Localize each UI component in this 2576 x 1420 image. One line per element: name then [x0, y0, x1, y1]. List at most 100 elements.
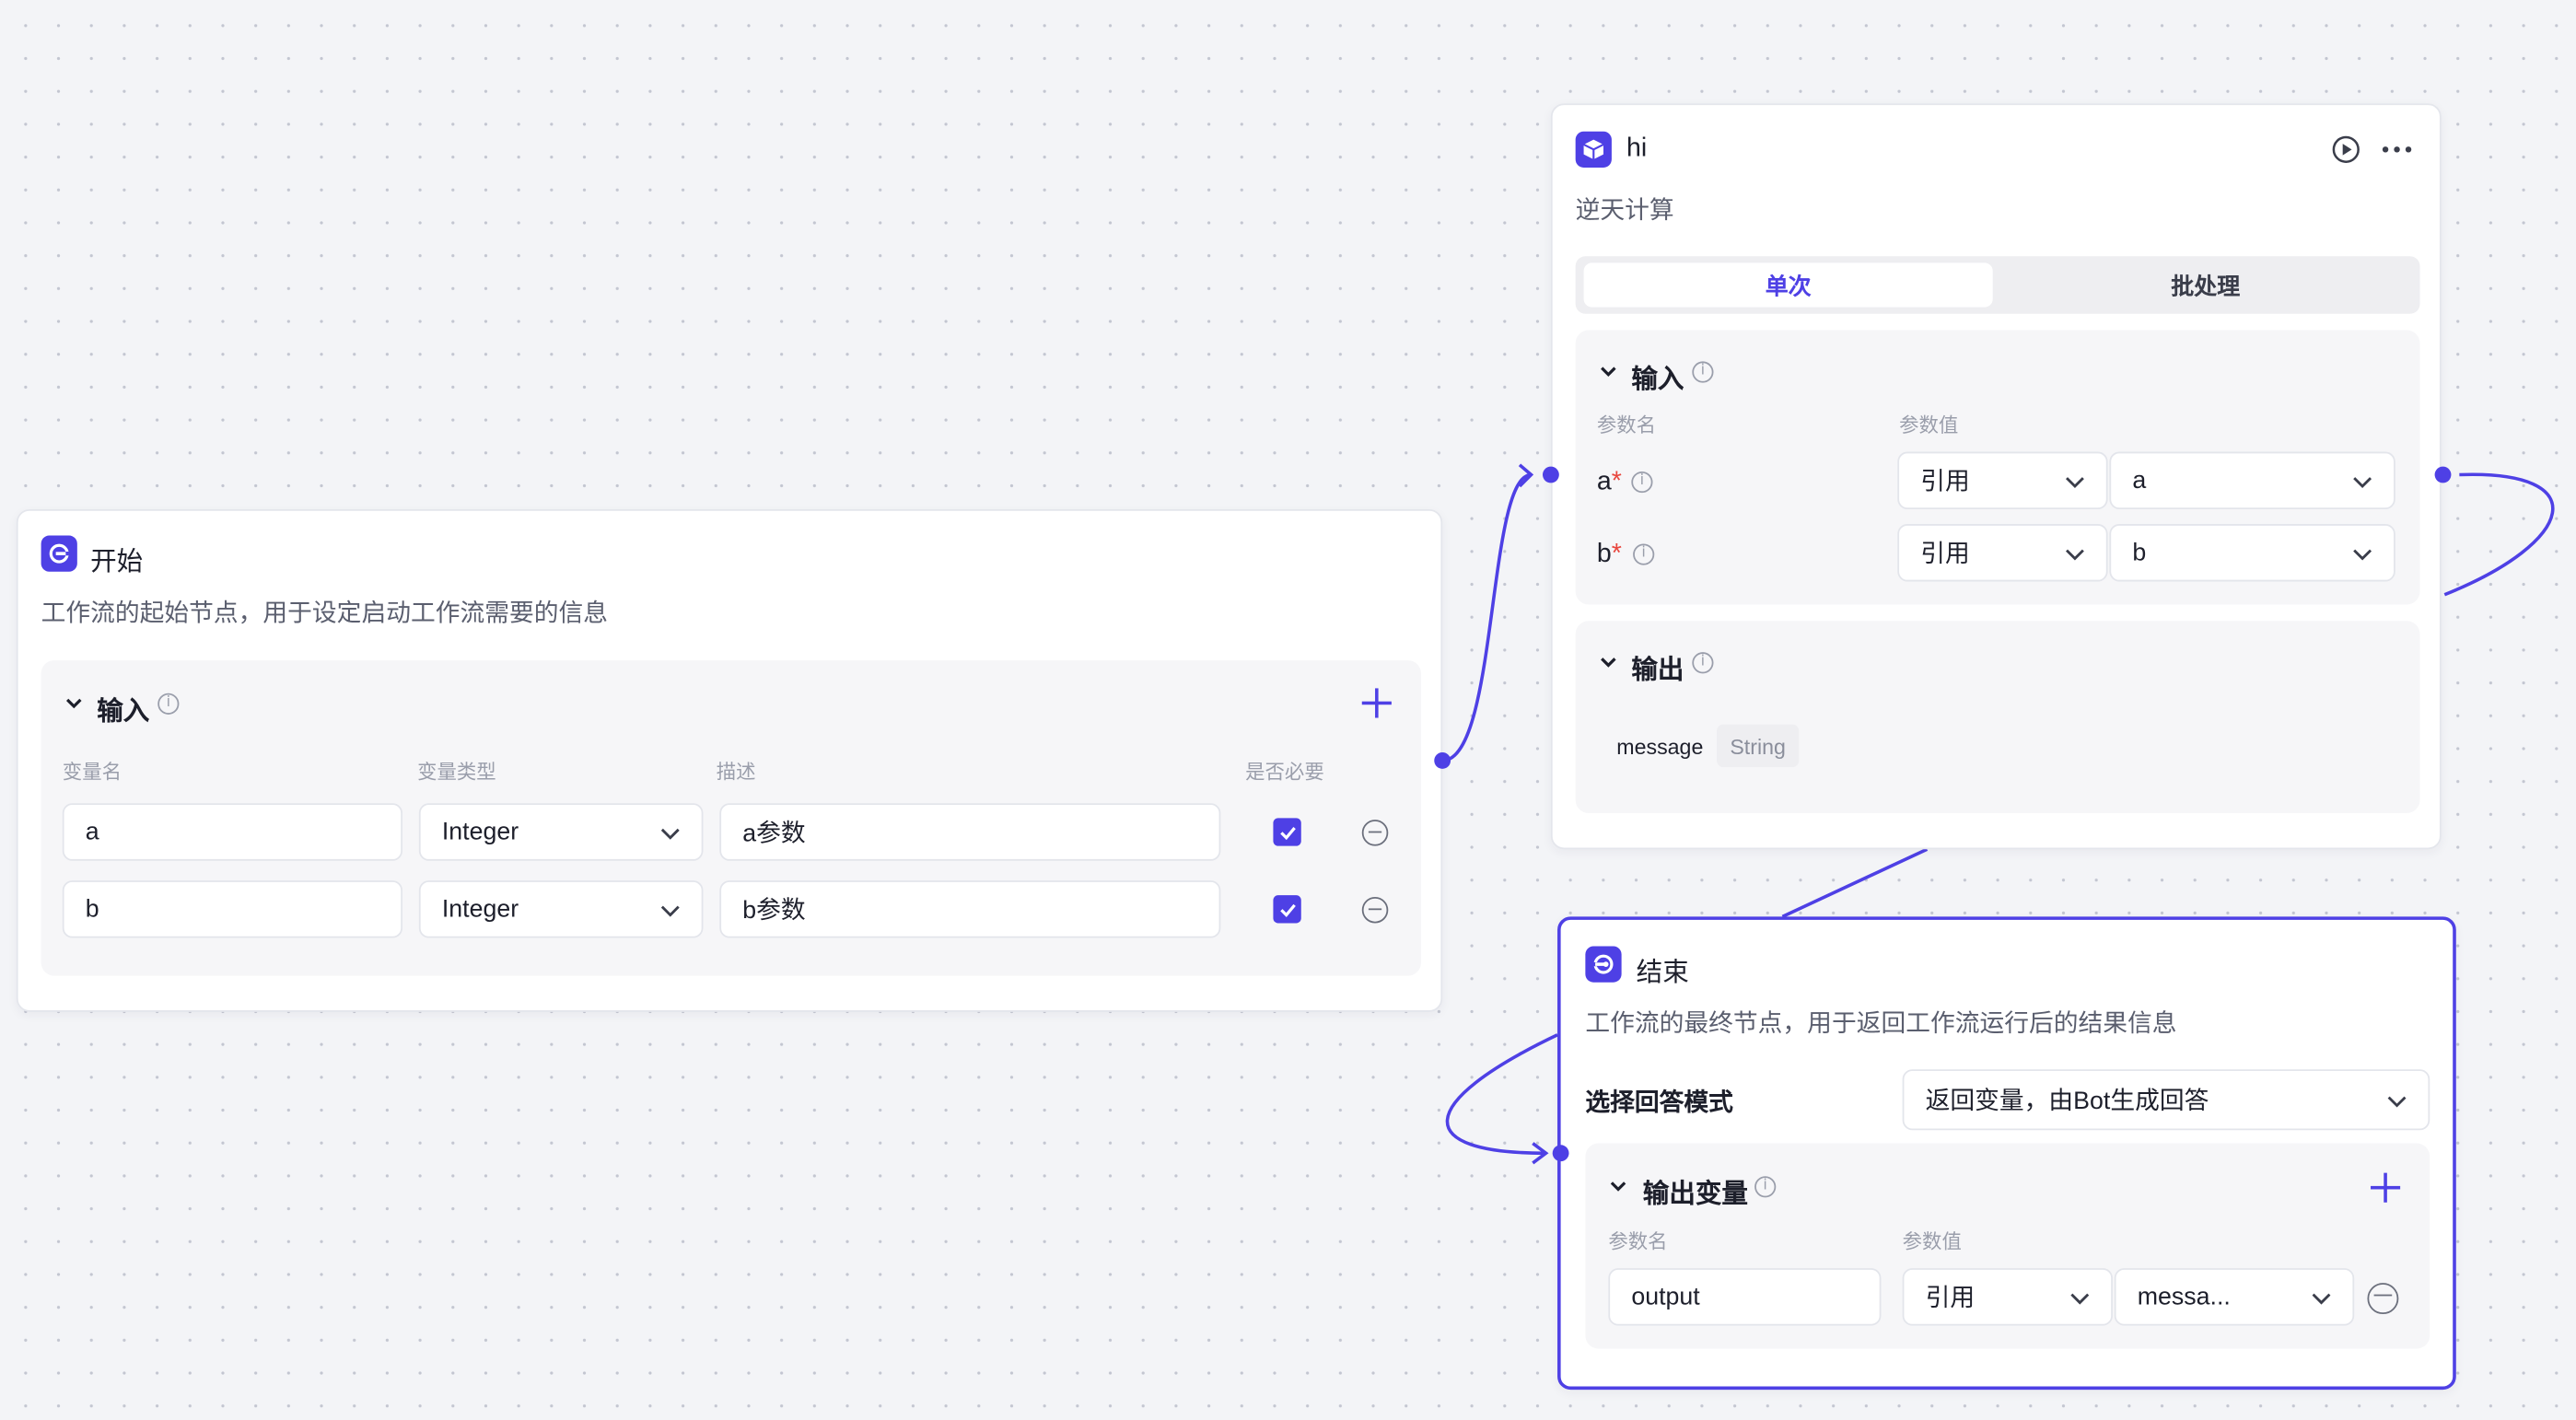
output-ref-select[interactable]: messa...	[2114, 1268, 2355, 1326]
info-icon: i	[1692, 652, 1714, 674]
chevron-down-icon	[2070, 1292, 2090, 1304]
col-required: 是否必要	[1245, 760, 1324, 784]
check-icon	[1279, 902, 1295, 917]
var-desc-value: a参数	[742, 820, 806, 848]
output-name-input[interactable]: output	[1608, 1268, 1882, 1326]
var-desc-input[interactable]: b参数	[719, 880, 1221, 938]
info-icon: i	[1754, 1176, 1777, 1198]
param-ref-select[interactable]: b	[2109, 524, 2395, 582]
end-icon	[1585, 946, 1622, 983]
chevron-down-icon	[2387, 1095, 2407, 1107]
end-input-port[interactable]	[1552, 1145, 1569, 1162]
hi-node[interactable]: hi 逆天计算 单次 批处理 输入 i 参数名 参数值 a* i 引用 a b*…	[1550, 103, 2442, 850]
end-node[interactable]: 结束 工作流的最终节点，用于返回工作流运行后的结果信息 选择回答模式 返回变量，…	[1557, 916, 2456, 1391]
var-desc-value: b参数	[742, 896, 806, 925]
param-mode-select[interactable]: 引用	[1897, 524, 2108, 582]
info-icon: i	[1692, 361, 1714, 383]
end-output-panel: 输出变量 i 参数名 参数值 output 引用 messa...	[1585, 1143, 2430, 1349]
param-name-text: a	[1596, 468, 1612, 496]
hi-output-title: 输出	[1631, 657, 1684, 685]
hi-node-title: hi	[1626, 134, 1648, 163]
hi-input-port[interactable]	[1542, 466, 1559, 483]
hi-input-panel: 输入 i 参数名 参数值 a* i 引用 a b* i 引用 b	[1575, 330, 2420, 605]
start-node-description: 工作流的起始节点，用于设定启动工作流需要的信息	[41, 599, 609, 628]
collapse-chevron-icon[interactable]	[1607, 1174, 1630, 1197]
edge-hi-arrow	[1518, 463, 1534, 488]
output-type-tag: String	[1717, 724, 1800, 768]
answer-mode-select[interactable]: 返回变量，由Bot生成回答	[1902, 1069, 2430, 1131]
var-name-input[interactable]: a	[62, 803, 403, 861]
add-output-button[interactable]	[2371, 1172, 2401, 1203]
col-var-name: 变量名	[62, 760, 122, 784]
check-icon	[1279, 826, 1295, 840]
col-var-type: 变量类型	[417, 760, 496, 784]
output-mode-value: 引用	[1925, 1284, 1976, 1313]
end-node-title: 结束	[1636, 959, 1689, 988]
start-icon	[41, 535, 77, 572]
answer-mode-value: 返回变量，由Bot生成回答	[1925, 1087, 2209, 1116]
var-desc-input[interactable]: a参数	[719, 803, 1221, 861]
var-type-value: Integer	[441, 895, 519, 924]
hi-output-port[interactable]	[2434, 466, 2452, 483]
chevron-down-icon	[2353, 548, 2372, 560]
param-name-text: b	[1596, 540, 1612, 569]
required-mark: *	[1611, 540, 1622, 569]
col-description: 描述	[716, 760, 756, 784]
edge-end-arrow	[1532, 1142, 1549, 1165]
var-type-value: Integer	[441, 818, 519, 846]
var-name-value: b	[85, 895, 99, 924]
start-node-title: 开始	[90, 548, 144, 577]
required-checkbox[interactable]	[1273, 818, 1301, 846]
output-mode-select[interactable]: 引用	[1902, 1268, 2113, 1326]
tab-batch[interactable]: 批处理	[2001, 262, 2410, 307]
mode-tabs: 单次 批处理	[1575, 256, 2420, 314]
answer-mode-label: 选择回答模式	[1585, 1088, 1733, 1117]
end-node-description: 工作流的最终节点，用于返回工作流运行后的结果信息	[1585, 1010, 2177, 1039]
chevron-down-icon	[2312, 1292, 2331, 1304]
col-param-value: 参数值	[1902, 1230, 1962, 1254]
run-icon[interactable]	[2331, 134, 2360, 164]
hi-output-panel: 输出 i message String	[1575, 621, 2420, 813]
param-ref-value: a	[2132, 466, 2147, 495]
col-param-name: 参数名	[1596, 413, 1657, 437]
hi-input-title: 输入	[1631, 366, 1684, 395]
more-icon[interactable]	[2382, 145, 2412, 155]
collapse-chevron-icon[interactable]	[63, 692, 86, 715]
var-name-value: a	[85, 818, 99, 846]
end-output-title: 输出变量	[1642, 1181, 1748, 1209]
edge-end-loop	[1445, 1033, 1558, 1156]
cube-icon	[1575, 131, 1612, 168]
tab-single[interactable]: 单次	[1583, 262, 1993, 308]
edge-hi-to-end	[2443, 472, 2555, 597]
info-icon: i	[157, 693, 180, 715]
chevron-down-icon	[2066, 548, 2084, 560]
var-type-select[interactable]: Integer	[418, 880, 704, 938]
param-mode-value: 引用	[1920, 468, 1970, 496]
add-variable-button[interactable]	[1361, 688, 1392, 718]
param-ref-select[interactable]: a	[2109, 451, 2395, 509]
start-output-port[interactable]	[1434, 751, 1451, 769]
remove-output-button[interactable]	[2367, 1283, 2399, 1315]
param-name-a: a*	[1597, 468, 1622, 497]
start-input-panel: 输入 i 变量名 变量类型 描述 是否必要 a Integer a参数 b In…	[41, 660, 1421, 976]
remove-row-button[interactable]	[1361, 820, 1389, 846]
edge-start-to-hi	[1441, 472, 1532, 762]
var-name-input[interactable]: b	[62, 880, 403, 938]
output-var-name: message	[1616, 734, 1704, 760]
chevron-down-icon	[2353, 476, 2372, 488]
param-mode-select[interactable]: 引用	[1897, 451, 2108, 509]
start-node[interactable]: 开始 工作流的起始节点，用于设定启动工作流需要的信息 输入 i 变量名 变量类型…	[16, 508, 1443, 1012]
collapse-chevron-icon[interactable]	[1597, 360, 1620, 383]
required-checkbox[interactable]	[1273, 895, 1301, 924]
start-input-title: 输入	[97, 698, 150, 727]
collapse-chevron-icon[interactable]	[1597, 650, 1620, 673]
chevron-down-icon	[2066, 476, 2084, 488]
chevron-down-icon	[660, 904, 680, 916]
required-mark: *	[1611, 468, 1622, 496]
param-ref-value: b	[2132, 539, 2147, 567]
remove-row-button[interactable]	[1361, 896, 1389, 924]
info-icon: i	[1633, 543, 1655, 565]
var-type-select[interactable]: Integer	[418, 803, 704, 861]
col-param-value: 参数值	[1899, 413, 1959, 437]
param-mode-value: 引用	[1920, 540, 1970, 569]
